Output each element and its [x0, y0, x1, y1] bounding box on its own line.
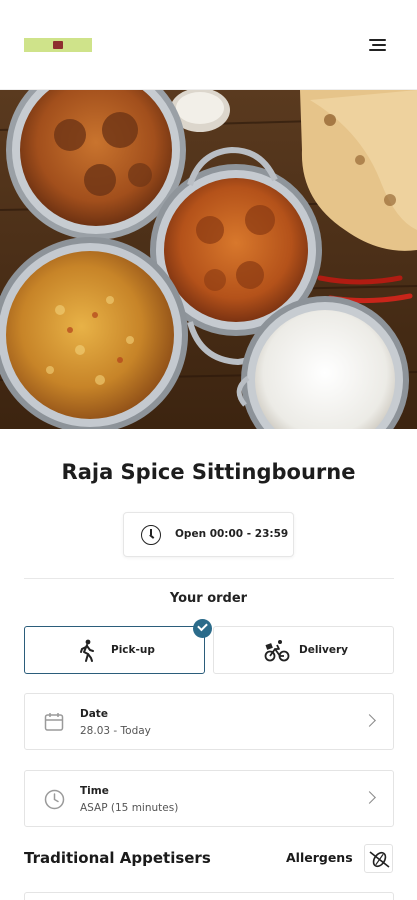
- bicycle-delivery-icon: [264, 640, 290, 662]
- date-selector[interactable]: Date 28.03 - Today: [24, 693, 394, 750]
- time-value: ASAP (15 minutes): [80, 802, 179, 814]
- restaurant-name: Raja Spice Sittingbourne: [61, 460, 356, 484]
- clock-icon: [44, 789, 65, 810]
- clock-icon: [141, 525, 161, 545]
- date-value: 28.03 - Today: [80, 725, 151, 737]
- menu-item-card[interactable]: [24, 892, 394, 900]
- allergen-filter-button[interactable]: [364, 844, 393, 873]
- pickup-label: Pick-up: [111, 644, 155, 656]
- selected-check-icon: [193, 619, 212, 638]
- walking-person-icon: [80, 639, 94, 662]
- pickup-option[interactable]: Pick-up: [24, 626, 205, 674]
- chevron-right-icon: [363, 791, 376, 804]
- no-allergen-icon: [369, 851, 390, 868]
- logo-mark: [53, 41, 63, 49]
- opening-hours-badge: Open 00:00 - 23:59: [123, 512, 294, 557]
- time-selector[interactable]: Time ASAP (15 minutes): [24, 770, 394, 827]
- chevron-right-icon: [363, 714, 376, 727]
- section-divider: [24, 578, 394, 579]
- opening-hours-text: Open 00:00 - 23:59: [175, 528, 289, 540]
- allergens-link[interactable]: Allergens: [286, 850, 353, 865]
- app-header: [0, 0, 417, 90]
- delivery-option[interactable]: Delivery: [213, 626, 394, 674]
- calendar-icon: [44, 713, 64, 731]
- menu-category-title: Traditional Appetisers: [24, 849, 211, 867]
- hamburger-menu-icon[interactable]: [366, 34, 390, 56]
- time-label: Time: [80, 785, 109, 797]
- your-order-heading: Your order: [169, 591, 248, 606]
- delivery-label: Delivery: [299, 644, 349, 656]
- date-label: Date: [80, 708, 108, 720]
- hero-food-image: [0, 90, 417, 429]
- restaurant-logo[interactable]: [24, 38, 92, 52]
